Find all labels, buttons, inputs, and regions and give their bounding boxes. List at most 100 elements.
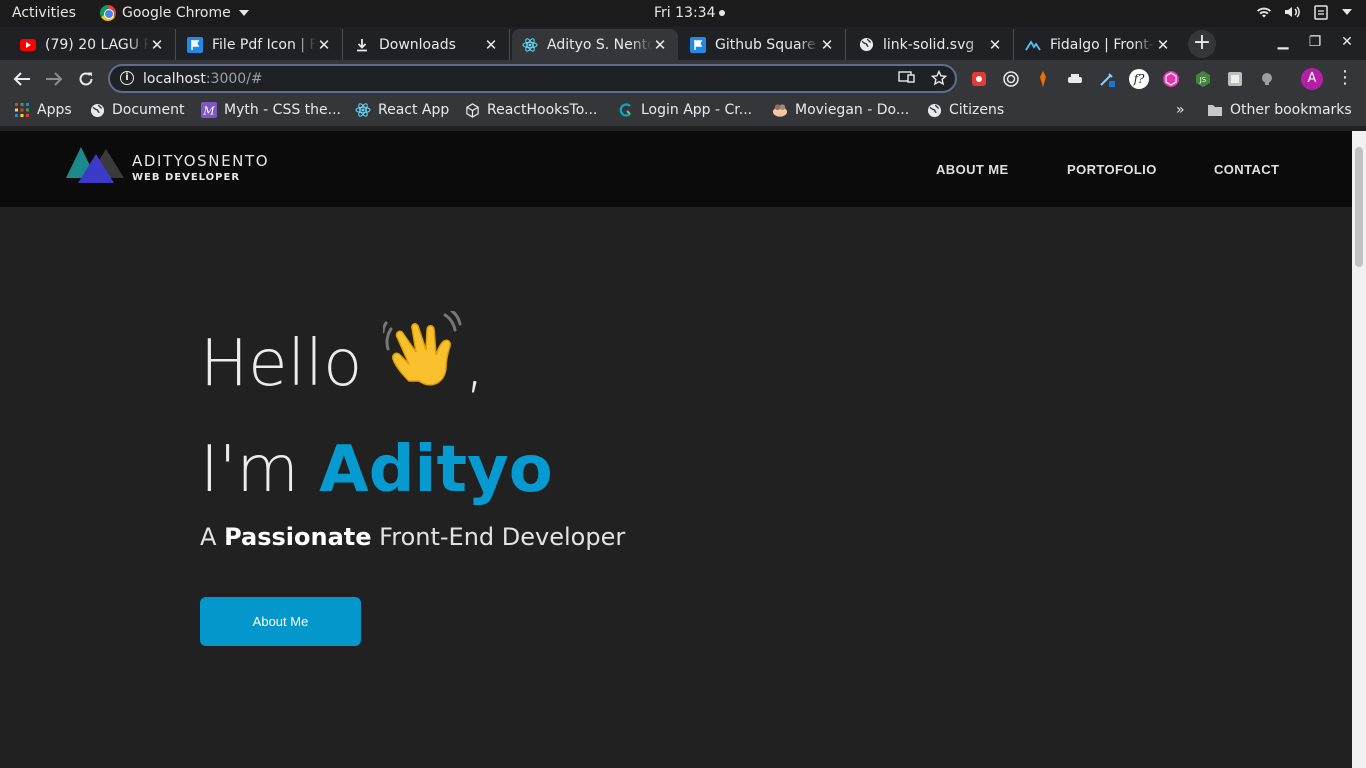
extension-graphql-icon[interactable] [1160,68,1182,90]
extension-target-icon[interactable] [1000,68,1022,90]
profile-avatar[interactable]: A [1301,68,1323,90]
tab-downloads[interactable]: Downloads ✕ [344,29,510,60]
tab-title: Github Square Icon [715,36,819,53]
bookmark-label: Document [112,102,185,118]
close-tab-icon[interactable]: ✕ [819,36,835,54]
cube-icon [464,102,480,118]
bookmark-label: ReactHooksTo... [487,102,598,118]
globe-icon [858,37,874,53]
hero-hello-text: Hello [200,327,363,401]
flag-icon [690,36,706,53]
new-tab-button[interactable]: + [1188,30,1216,58]
tab-title: link-solid.svg [883,36,975,53]
extension-red-icon[interactable] [968,68,990,90]
tagline-bold: Passionate [224,523,372,551]
bookmark-label: Login App - Cr... [641,102,753,118]
extension-eyedropper-icon[interactable] [1096,68,1118,90]
hero-comma: , [464,327,485,401]
brand-subtitle: WEB DEVELOPER [132,172,241,183]
tab-github-square-icon[interactable]: Github Square Icon ✕ [680,29,846,60]
site-info-icon[interactable]: i [120,71,134,85]
mountain-logo-icon [66,147,124,183]
globe-icon [926,102,942,118]
extension-orange-icon[interactable] [1032,68,1054,90]
hero-name: Adityo [319,433,553,507]
restore-window-button[interactable]: ❐ [1305,34,1325,50]
bookmarks-overflow-button[interactable]: » [1176,102,1185,118]
close-tab-icon[interactable]: ✕ [652,36,668,54]
dropdown-arrow-icon [238,10,249,16]
extension-nodejs-icon[interactable]: JS [1192,68,1214,90]
tab-fidalgo[interactable]: Fidalgo | Front-End ✕ [1015,29,1181,60]
close-tab-icon[interactable]: ✕ [149,36,165,54]
nav-contact[interactable]: CONTACT [1214,162,1279,177]
bookmark-star-icon[interactable] [931,70,947,86]
react-icon [522,37,538,53]
tab-youtube[interactable]: (79) 20 LAGU PILIHAN ✕ [10,29,176,60]
arrow-right-icon [46,72,63,86]
chrome-icon [100,5,116,21]
site-logo[interactable]: ADITYOSNENTO WEB DEVELOPER [66,147,269,183]
page-viewport: ADITYOSNENTO WEB DEVELOPER ABOUT ME PORT… [0,131,1352,768]
tab-adityo-active[interactable]: Adityo S. Nento ✕ [512,29,678,60]
bookmark-myth[interactable]: M Myth - CSS the... [201,102,341,118]
notification-dot-icon [719,10,726,16]
bookmark-label: Myth - CSS the... [224,102,342,118]
page-scrollbar[interactable] [1352,131,1366,768]
extension-lightbulb-icon[interactable] [1256,68,1278,90]
back-button[interactable] [11,68,33,90]
close-tab-icon[interactable]: ✕ [987,36,1003,54]
close-tab-icon[interactable]: ✕ [483,36,499,54]
svg-text:M: M [202,105,215,118]
cast-icon[interactable] [898,70,915,84]
nav-portofolio[interactable]: PORTOFOLIO [1067,162,1157,177]
wifi-icon [1257,7,1271,18]
tab-title: Adityo S. Nento [547,36,652,53]
hero-greeting: Hello , [200,309,553,420]
reload-button[interactable] [75,68,97,90]
url-path: :3000/# [205,71,263,87]
extension-gray-square-icon[interactable] [1224,68,1246,90]
reload-icon [79,72,93,86]
system-tray[interactable] [1256,4,1352,20]
minimize-window-button[interactable]: ▁ [1273,34,1293,50]
forward-button[interactable] [43,68,65,90]
bookmark-citizens[interactable]: Citizens [926,102,1004,118]
bookmark-login-app[interactable]: Login App - Cr... [618,102,752,118]
flag-icon [187,36,203,53]
close-tab-icon[interactable]: ✕ [316,36,332,54]
url-host: localhost [143,71,206,87]
moviegan-icon [772,102,788,118]
activities-button[interactable]: Activities [12,5,76,21]
nav-about-me[interactable]: ABOUT ME [936,162,1009,177]
myth-icon: M [201,102,217,118]
scrollbar-thumb[interactable] [1355,147,1363,267]
other-bookmarks-folder[interactable]: Other bookmarks [1207,102,1352,118]
about-me-button[interactable]: About Me [200,597,361,646]
tab-link-solid-svg[interactable]: link-solid.svg ✕ [848,29,1014,60]
clock[interactable]: Fri 13:34 [654,5,726,21]
globe-icon [89,102,105,118]
bookmark-document[interactable]: Document [89,102,185,118]
chrome-menu-icon[interactable]: ⋮ [1336,68,1354,88]
close-tab-icon[interactable]: ✕ [1155,36,1171,54]
bookmark-reacthooks[interactable]: ReactHooksTo... [464,102,597,118]
address-bar[interactable]: i localhost:3000/# [108,64,957,93]
close-window-button[interactable]: ✕ [1337,34,1357,50]
bookmark-label: Other bookmarks [1230,102,1352,118]
tab-file-pdf-icon[interactable]: File Pdf Icon | Font Awesome ✕ [177,29,343,60]
arrow-left-icon [13,72,30,86]
bookmark-label: React App [378,102,450,118]
address-url: localhost:3000/# [143,71,263,87]
extension-car-icon[interactable] [1064,68,1086,90]
extension-font-icon[interactable]: f? [1128,68,1150,90]
tab-title: File Pdf Icon | Font Awesome [212,36,316,53]
apps-grid-icon [14,102,30,118]
bookmark-react-app[interactable]: React App [355,102,449,118]
volume-icon [1285,6,1300,18]
app-menu[interactable]: Google Chrome [100,5,249,21]
youtube-icon [20,37,36,53]
system-menu-arrow-icon [1342,9,1352,15]
bookmark-moviegan[interactable]: Moviegan - Do... [772,102,909,118]
bookmark-apps[interactable]: Apps [14,102,72,118]
